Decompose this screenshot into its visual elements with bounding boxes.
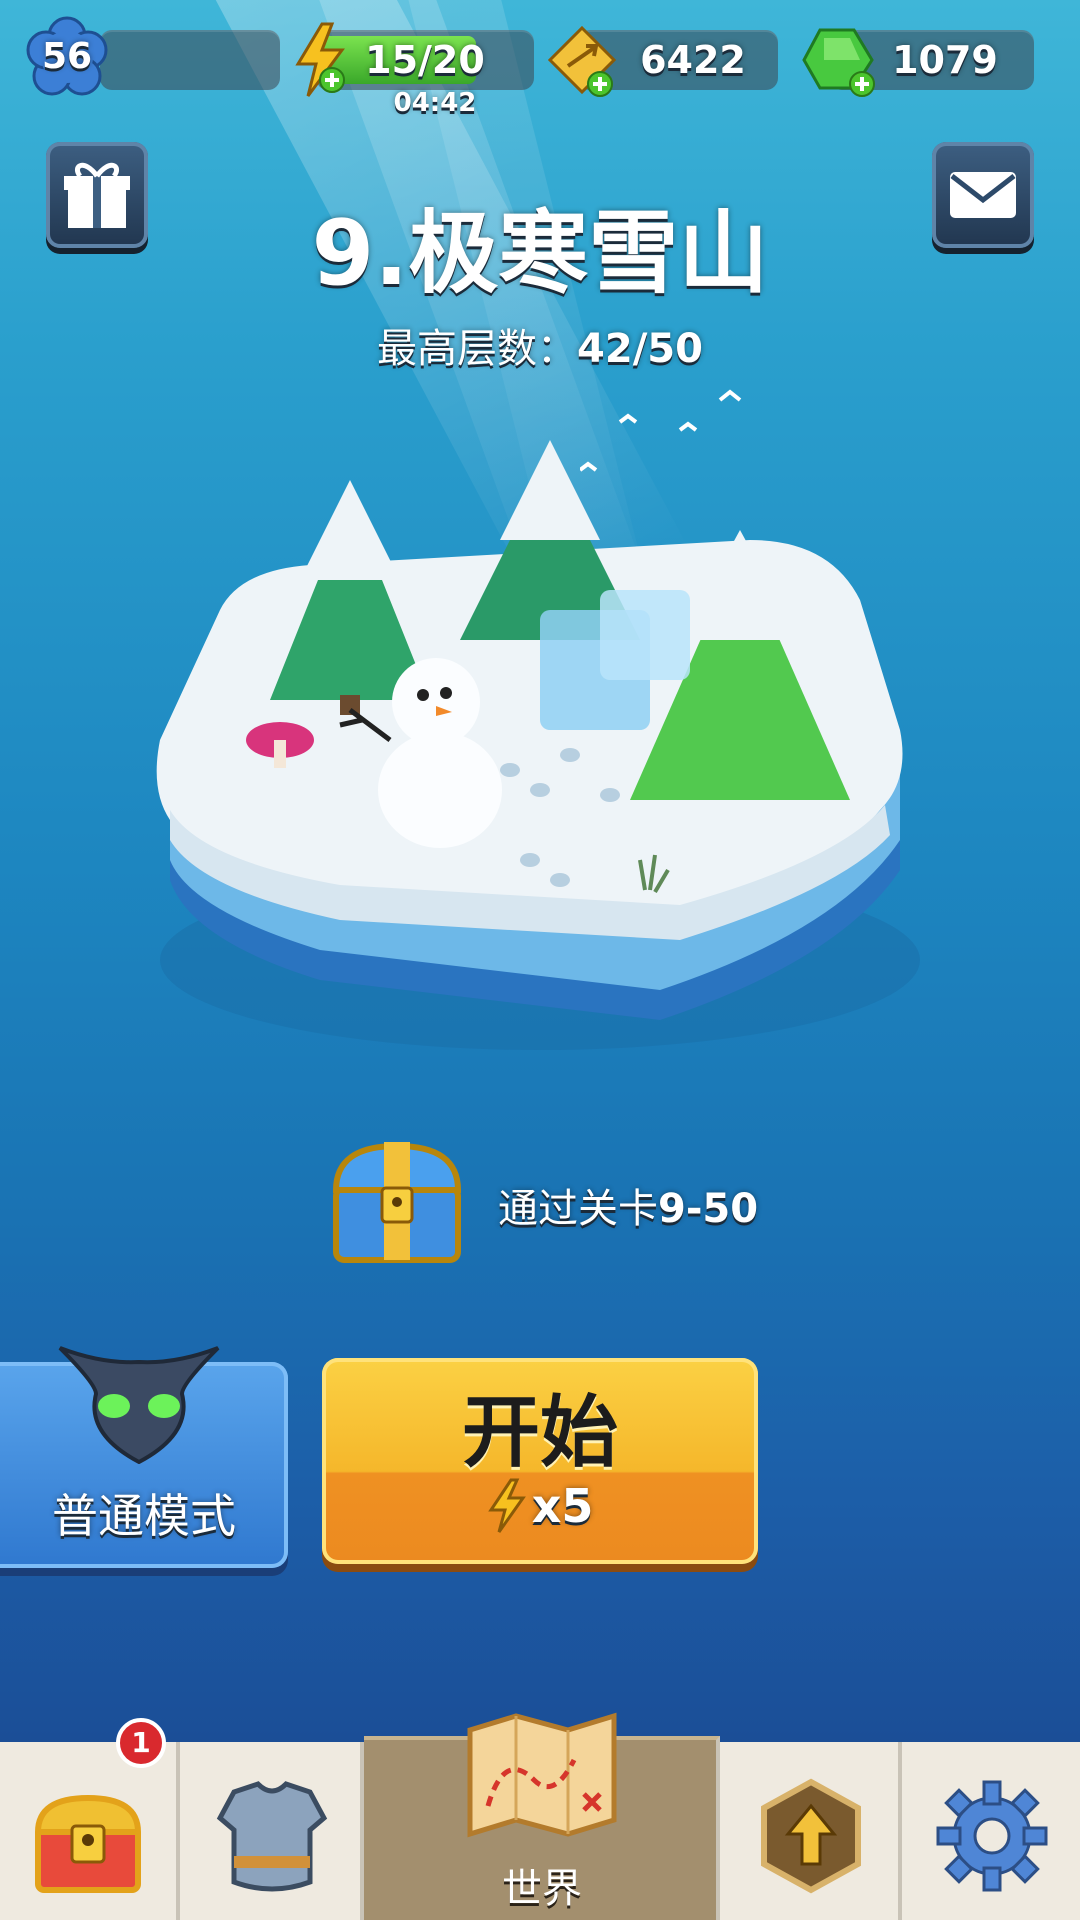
mode-label: 普通模式 [52,1489,236,1543]
best-floor-label: 最高层数： [377,326,578,372]
bottom-nav: 1 世界 [0,1712,1080,1920]
normal-mode-button[interactable]: 普通模式 [0,1346,288,1568]
arrow-token-icon [547,25,618,98]
nav-armor[interactable] [180,1742,364,1920]
mail-button[interactable] [932,142,1034,248]
gift-button[interactable] [46,142,148,248]
tokens-value: 6422 [640,38,746,82]
start-cost: x5 [322,1478,758,1534]
nav-upgrade[interactable] [720,1742,902,1920]
energy-value: 15/20 [365,38,485,82]
stage-title: 9.极寒雪山 [311,201,769,306]
demon-mask-icon [58,1346,220,1464]
mail-icon [950,172,1016,218]
best-floor: 最高层数：42/50 [240,316,840,374]
green-gem-icon [800,24,878,98]
badge-count: 1 [131,1726,151,1759]
gear-icon [936,1780,1048,1892]
nav-settings[interactable] [902,1742,1080,1920]
treasure-chest-icon[interactable] [326,1138,468,1268]
lightning-icon [487,1478,526,1533]
reward-label: 通过关卡 [498,1186,658,1232]
best-floor-value: 42/50 [577,326,703,372]
nav-world[interactable]: 世界 [364,1712,720,1920]
start-button[interactable]: 开始 x5 [322,1358,758,1564]
level-bar [100,30,280,90]
nav-chest[interactable]: 1 [0,1718,180,1920]
reward-stage: 9-50 [658,1186,759,1232]
start-label: 开始 [461,1388,618,1478]
level-badge[interactable]: 56 [26,16,108,98]
notification-badge: 1 [116,1718,166,1768]
world-label: 世界 [502,1866,582,1912]
armor-icon [216,1781,328,1892]
snow-island-scene [156,440,920,1050]
lightning-icon [292,22,348,98]
chest-icon [34,1794,142,1893]
gift-icon [64,162,130,228]
gems-value: 1079 [892,38,998,82]
upgrade-arrow-icon [761,1778,861,1894]
energy-timer: 04:42 [393,88,477,118]
reward-text: 通过关卡9-50 [498,1176,758,1234]
start-cost-value: x5 [531,1479,594,1533]
level-value: 56 [41,36,93,77]
map-icon [467,1712,617,1838]
energy-bar[interactable]: 15/20 [316,30,534,90]
